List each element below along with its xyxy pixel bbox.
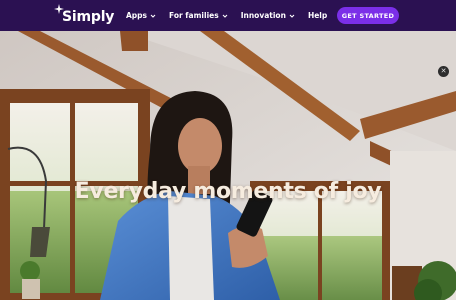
brand-name: Simply [62, 9, 115, 25]
top-navigation: Simply Apps For families Innovation Help… [0, 0, 456, 31]
menu-item-innovation-label: Innovation [240, 11, 286, 20]
menu-item-for-families[interactable]: For families [169, 11, 228, 20]
get-started-button[interactable]: GET STARTED [337, 7, 399, 24]
menu-item-for-families-label: For families [169, 11, 219, 20]
main-menu: Apps For families Innovation Help [126, 0, 327, 31]
menu-item-help[interactable]: Help [308, 11, 327, 20]
hero-section: Everyday moments of joy ✕ [0, 31, 456, 300]
chevron-down-icon [150, 14, 156, 18]
hero-photo [0, 31, 456, 300]
menu-item-apps[interactable]: Apps [126, 11, 156, 20]
chevron-down-icon [222, 14, 228, 18]
menu-item-innovation[interactable]: Innovation [241, 11, 295, 20]
close-icon[interactable]: ✕ [438, 66, 449, 77]
chevron-down-icon [289, 14, 295, 18]
page: Simply Apps For families Innovation Help… [0, 0, 456, 300]
sparkle-icon [54, 4, 64, 14]
hero-headline: Everyday moments of joy [74, 179, 382, 204]
menu-item-help-label: Help [307, 11, 328, 20]
menu-item-apps-label: Apps [126, 11, 148, 20]
brand-logo[interactable]: Simply [54, 4, 115, 25]
